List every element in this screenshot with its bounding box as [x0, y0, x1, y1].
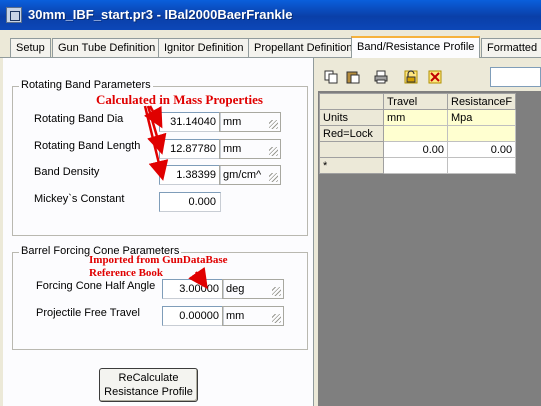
- row-header[interactable]: Red=Lock: [319, 125, 384, 142]
- grid-cell[interactable]: 0.00: [446, 141, 517, 158]
- cone-half-angle-unit: deg: [222, 279, 284, 299]
- resistance-grid: Travel ResistanceF Units mm Mpa Red=Lock…: [319, 93, 517, 174]
- recalculate-line2: Resistance Profile: [104, 386, 193, 398]
- annotation-mass-properties: Calculated in Mass Properties: [96, 92, 263, 107]
- recalculate-button[interactable]: ReCalculate Resistance Profile: [99, 368, 198, 402]
- title-bar: 30mm_IBF_start.pr3 - IBal2000BaerFrankle: [0, 0, 541, 30]
- row-header[interactable]: [319, 141, 384, 158]
- rotating-band-group: Rotating Band Parameters: [12, 79, 308, 236]
- tab-gun-tube-definition[interactable]: Gun Tube Definition: [52, 38, 162, 58]
- row-header[interactable]: *: [319, 157, 384, 174]
- rotating-band-legend: Rotating Band Parameters: [19, 79, 153, 91]
- resize-grip-icon: [269, 147, 278, 156]
- printer-icon: [374, 70, 388, 84]
- window-title: 30mm_IBF_start.pr3 - IBal2000BaerFrankle: [28, 7, 293, 22]
- grid-cell[interactable]: [446, 157, 517, 174]
- unlock-icon: [404, 70, 418, 84]
- band-density-field[interactable]: 1.38399: [159, 165, 221, 185]
- grid-cell[interactable]: [383, 157, 448, 174]
- resize-grip-icon: [269, 173, 278, 182]
- delete-x-icon: [428, 70, 442, 84]
- table-row: Red=Lock: [319, 125, 517, 142]
- resize-grip-icon: [272, 287, 281, 296]
- tab-strip: Setup Gun Tube Definition Ignitor Defini…: [0, 36, 541, 58]
- band-length-field[interactable]: 12.87780: [159, 139, 221, 159]
- band-dia-label: Rotating Band Dia: [34, 113, 124, 125]
- cone-half-angle-label: Forcing Cone Half Angle: [36, 280, 156, 292]
- annotation-reference-book: Reference Book: [89, 267, 164, 279]
- resize-grip-icon: [272, 314, 281, 323]
- grid-header-resistance[interactable]: ResistanceF: [446, 93, 517, 110]
- delete-button[interactable]: [424, 66, 444, 86]
- band-dia-field[interactable]: 31.14040: [159, 112, 221, 132]
- free-travel-field[interactable]: 0.00000: [162, 306, 224, 326]
- grid-cell[interactable]: 0.00: [383, 141, 448, 158]
- parameters-panel: Rotating Band Parameters Rotating Band D…: [3, 58, 314, 406]
- recalculate-line1: ReCalculate: [118, 372, 179, 384]
- tab-ignitor-definition[interactable]: Ignitor Definition: [158, 38, 250, 58]
- band-density-unit: gm/cm^: [219, 165, 281, 185]
- tab-formatted[interactable]: Formatted F: [481, 38, 541, 58]
- grid-cell[interactable]: Mpa: [446, 109, 517, 126]
- band-length-label: Rotating Band Length: [34, 140, 141, 152]
- free-travel-label: Projectile Free Travel: [36, 307, 140, 319]
- mickey-constant-label: Mickey`s Constant: [34, 193, 125, 205]
- band-density-label: Band Density: [34, 166, 100, 178]
- grid-cell[interactable]: [446, 125, 517, 142]
- mickey-constant-field[interactable]: 0.000: [159, 192, 221, 212]
- table-row: Units mm Mpa: [319, 109, 517, 126]
- paste-button[interactable]: [342, 66, 362, 86]
- tab-propellant-definition[interactable]: Propellant Definition: [248, 38, 359, 58]
- row-header[interactable]: Units: [319, 109, 384, 126]
- copy-button[interactable]: [320, 66, 340, 86]
- free-travel-unit: mm: [222, 306, 284, 326]
- grid-toolbar: [318, 62, 541, 90]
- table-row: 0.00 0.00: [319, 141, 517, 158]
- app-icon: [6, 7, 22, 23]
- resistance-grid-area: Travel ResistanceF Units mm Mpa Red=Lock…: [318, 91, 541, 406]
- copy-icon: [324, 70, 338, 84]
- grid-corner-cell: [319, 93, 384, 110]
- band-length-unit: mm: [219, 139, 281, 159]
- unlock-button[interactable]: [400, 66, 420, 86]
- cone-half-angle-field[interactable]: 3.00000: [162, 279, 224, 299]
- grid-cell[interactable]: [383, 125, 448, 142]
- paste-icon: [346, 71, 360, 84]
- grid-header-travel[interactable]: Travel: [383, 93, 448, 110]
- annotation-gundatabase: Imported from GunDataBase: [89, 254, 228, 266]
- tab-setup[interactable]: Setup: [10, 38, 51, 58]
- toolbar-input[interactable]: [490, 67, 541, 87]
- table-row: *: [319, 157, 517, 174]
- print-button[interactable]: [370, 66, 390, 86]
- grid-header-row: Travel ResistanceF: [319, 93, 517, 110]
- band-dia-unit: mm: [219, 112, 281, 132]
- grid-cell[interactable]: mm: [383, 109, 448, 126]
- resize-grip-icon: [269, 120, 278, 129]
- tab-band-resistance-profile[interactable]: Band/Resistance Profile: [351, 36, 481, 58]
